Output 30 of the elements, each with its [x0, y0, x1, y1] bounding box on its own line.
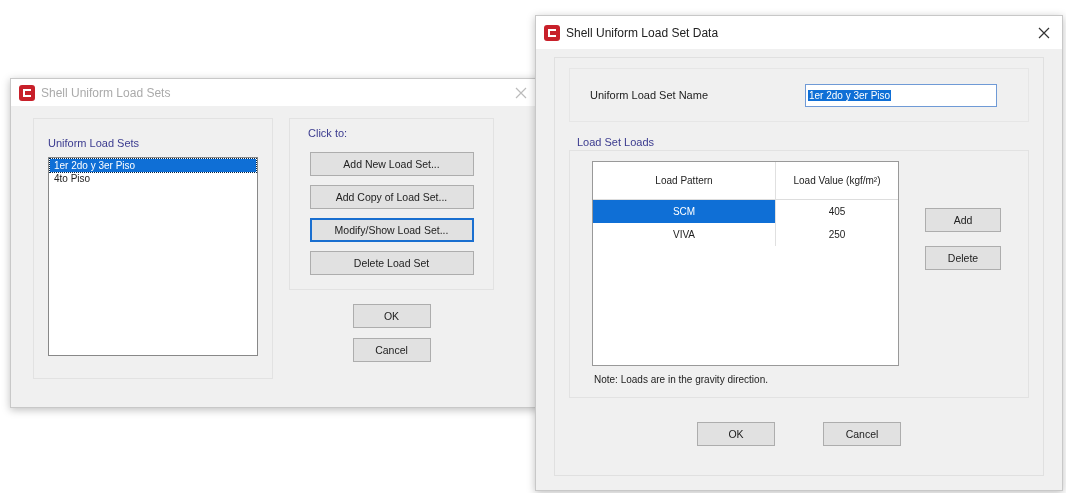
table-button[interactable]: Delete — [925, 246, 1001, 270]
name-field[interactable]: 1er 2do y 3er Piso — [805, 83, 997, 107]
group-label: Load Set Loads — [577, 136, 656, 148]
window-title: Shell Uniform Load Sets — [41, 85, 171, 100]
group-label: Uniform Load Sets — [48, 137, 141, 149]
dialog-button[interactable]: OK — [352, 304, 431, 328]
table-cell-text: 250 — [827, 228, 847, 242]
table-button[interactable]: Add — [925, 208, 1001, 232]
close-icon[interactable] — [1038, 26, 1050, 39]
list-box[interactable]: 1er 2do y 3er Piso 4to Piso — [48, 157, 258, 356]
note-text: Note: Loads are in the gravity direction. — [593, 374, 769, 385]
group-label: Click to: — [308, 127, 349, 139]
dialog-button[interactable]: OK — [697, 422, 775, 446]
window-title: Shell Uniform Load Set Data — [566, 25, 719, 40]
app-logo-icon — [19, 84, 35, 101]
app-logo-icon — [544, 24, 560, 41]
table-cell-text: 405 — [827, 205, 847, 219]
list-item[interactable]: 4to Piso — [50, 172, 256, 185]
action-button[interactable]: Add Copy of Load Set... — [309, 185, 474, 209]
list-item[interactable]: 1er 2do y 3er Piso — [50, 159, 256, 172]
column-header: Load Value (kgf/m²) — [792, 174, 882, 188]
dialog-button[interactable]: Cancel — [352, 338, 431, 362]
table-cell[interactable]: SCM — [593, 200, 776, 223]
action-button[interactable]: Modify/Show Load Set... — [309, 218, 474, 242]
table-cell[interactable]: VIVA — [593, 223, 776, 246]
field-label: Uniform Load Set Name — [590, 89, 709, 101]
dialog-button[interactable]: Cancel — [823, 422, 901, 446]
column-header: Load Pattern — [593, 162, 776, 199]
action-button[interactable]: Add New Load Set... — [309, 152, 474, 176]
action-button[interactable]: Delete Load Set — [309, 251, 474, 275]
